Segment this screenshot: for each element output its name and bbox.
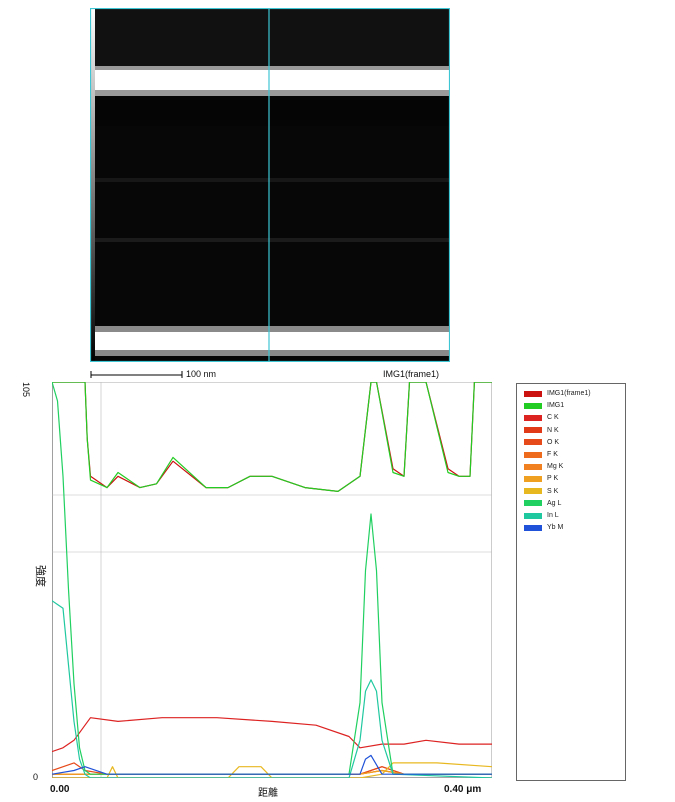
y-axis-label: 強度 (34, 565, 46, 587)
legend-swatch (524, 488, 542, 495)
legend-label: In L (547, 512, 559, 519)
legend-swatch (524, 427, 542, 434)
x-tick-start: 0.00 (50, 784, 70, 795)
legend-label: IMG1(frame1) (547, 390, 591, 397)
series-line-10 (52, 600, 492, 778)
legend-item[interactable]: IMG1(frame1) (524, 389, 591, 398)
legend-label: Ag L (547, 499, 562, 507)
legend-item[interactable]: S K (524, 487, 558, 496)
legend-label: Mg K (547, 463, 564, 471)
legend-swatch (524, 390, 542, 397)
legend-label: O K (547, 438, 560, 446)
legend-item[interactable]: IMG1 (524, 401, 564, 410)
series-line-3 (52, 766, 492, 775)
scale-label: 100 nm (186, 369, 217, 379)
legend-label: IMG1 (547, 402, 565, 410)
legend-label: F K (547, 451, 558, 458)
legend-swatch (524, 500, 542, 507)
scale-bar (90, 371, 183, 378)
legend-label: Yb M (547, 524, 564, 532)
legend-item[interactable]: Yb M (524, 523, 563, 532)
x-tick-end: 0.40 μm (444, 784, 482, 795)
legend-swatch (524, 439, 542, 446)
series-line-4 (52, 762, 492, 775)
legend: IMG1(frame1) IMG1 C K N K O K F K Mg K P K S K Ag… (516, 383, 626, 781)
sem-image (90, 8, 450, 362)
series-line-0 (52, 382, 492, 493)
legend-item[interactable]: C K (524, 413, 559, 422)
legend-swatch (524, 451, 542, 458)
legend-swatch (524, 524, 542, 531)
legend-item[interactable]: Mg K (524, 462, 563, 471)
legend-label: S K (547, 487, 559, 495)
legend-item[interactable]: In L (524, 511, 559, 520)
legend-item[interactable]: Ag L (524, 499, 561, 508)
legend-swatch (524, 414, 542, 421)
legend-label: C K (547, 414, 559, 422)
legend-label: P K (547, 475, 559, 483)
series-line-2 (52, 717, 492, 753)
legend-swatch (524, 463, 542, 470)
plot-grid (52, 382, 492, 778)
legend-swatch (524, 402, 542, 409)
legend-swatch (524, 475, 542, 482)
x-axis-label: 距離 (258, 788, 278, 799)
series-line-9 (52, 382, 492, 775)
legend-item[interactable]: O K (524, 438, 559, 447)
frame-label: IMG1(frame1) (383, 369, 440, 379)
legend-label: N K (547, 426, 559, 434)
series-line-11 (52, 754, 492, 775)
line-profile-plot (52, 382, 492, 778)
legend-item[interactable]: N K (524, 426, 559, 435)
legend-swatch (524, 512, 542, 519)
y-tick-top: 105 (21, 382, 31, 398)
series-line-1 (52, 382, 492, 493)
legend-item[interactable]: F K (524, 450, 558, 459)
legend-item[interactable]: P K (524, 474, 558, 483)
y-tick-bottom: 0 (33, 772, 39, 782)
